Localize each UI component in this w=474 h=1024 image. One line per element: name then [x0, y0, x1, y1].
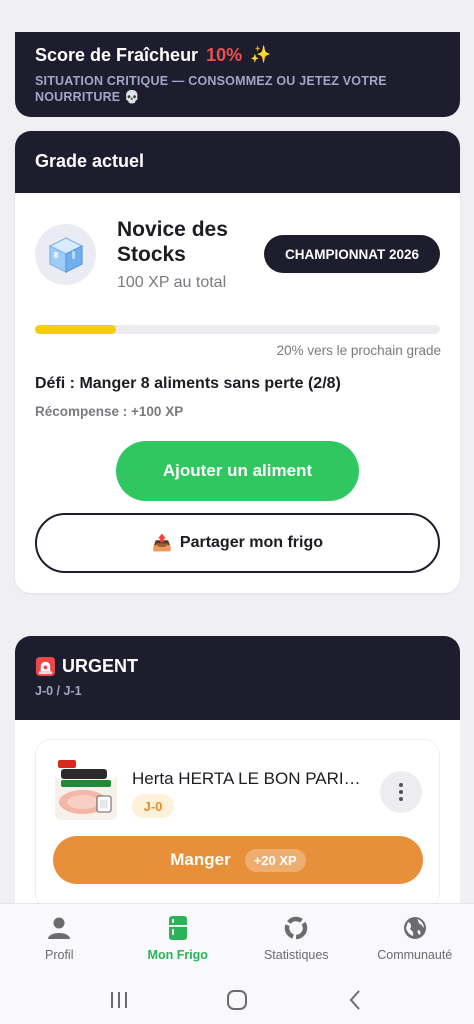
share-fridge-button[interactable]: 📤 Partager mon frigo [35, 513, 440, 573]
siren-icon [35, 656, 56, 677]
eat-label: Manger [170, 850, 231, 869]
grade-progress-bar [35, 325, 440, 334]
recent-apps-icon [111, 992, 127, 1008]
share-fridge-label: Partager mon frigo [179, 534, 324, 551]
bottom-navigation: Profil Mon Frigo Statistiques Communauté [0, 903, 474, 976]
grade-header: Grade actuel [15, 131, 460, 193]
championship-badge[interactable]: CHAMPIONNAT 2026 [264, 235, 440, 273]
more-options-button[interactable] [380, 771, 422, 813]
vertical-dots-icon [399, 783, 403, 801]
food-item-card[interactable]: Herta HERTA LE BON PARIS à l'Étouffée J-… [35, 739, 440, 909]
nav-item-statistiques[interactable]: Statistiques [237, 904, 356, 976]
system-navigation-bar [0, 976, 474, 1024]
nav-item-communaute[interactable]: Communauté [356, 904, 474, 976]
home-button[interactable] [222, 985, 252, 1015]
grade-card: Grade actuel Novice des Stocks 100 XP au… [15, 131, 460, 593]
eat-button[interactable]: Manger +20 XP [53, 836, 423, 884]
challenge-text: Défi : Manger 8 aliments sans perte (2/8… [35, 375, 341, 392]
score-title: Score de Fraîcheur [35, 44, 199, 65]
freshness-score-card: Score de Fraîcheur 10% ✨ SITUATION CRITI… [15, 32, 460, 117]
score-status: SITUATION CRITIQUE — CONSOMMEZ OU JETEZ … [35, 74, 387, 104]
expiry-badge: J-0 [132, 794, 174, 818]
nav-label-profil: Profil [45, 948, 74, 962]
nav-item-mon-frigo[interactable]: Mon Frigo [119, 904, 238, 976]
ham-package-image [53, 756, 119, 822]
nav-label-communaute: Communauté [377, 948, 453, 962]
product-name-text: Herta HERTA LE BON PARIS à l'Étouffée [132, 769, 368, 788]
rank-name: Novice des Stocks [117, 218, 228, 266]
share-tray-icon: 📤 [151, 535, 172, 552]
globe-icon [403, 917, 426, 939]
grade-progress-fill [35, 325, 116, 334]
ice-cube-icon [35, 224, 96, 285]
urgent-subtitle: J-0 / J-1 [35, 684, 82, 698]
urgent-header: URGENT J-0 / J-1 [15, 636, 460, 720]
home-icon [227, 990, 247, 1010]
product-name: Herta HERTA LE BON PARIS à l'Étouffée [132, 769, 372, 789]
donut-chart-icon [285, 916, 308, 940]
nav-item-profil[interactable]: Profil [0, 904, 119, 976]
urgent-title: URGENT [62, 656, 138, 676]
xp-reward-pill: +20 XP [244, 848, 306, 872]
nav-label-mon-frigo: Mon Frigo [147, 948, 208, 962]
rank-xp-total: 100 XP au total [117, 274, 227, 291]
urgent-card: URGENT J-0 / J-1 Herta HERTA LE BON PARI… [15, 636, 460, 926]
back-chevron-icon [349, 990, 360, 1010]
nav-label-statistiques: Statistiques [263, 948, 329, 962]
recent-apps-button[interactable] [104, 985, 134, 1015]
sparkle-icon: ✨ [250, 45, 272, 64]
score-value: 10% [206, 44, 243, 65]
fridge-icon [168, 916, 187, 940]
score-row: Score de Fraîcheur 10% ✨ [35, 40, 440, 70]
person-icon [48, 917, 71, 939]
grade-progress-label: 20% vers le prochain grade [276, 343, 441, 358]
challenge-reward: Récompense : +100 XP [35, 404, 184, 419]
add-food-button[interactable]: Ajouter un aliment [116, 441, 359, 501]
back-button[interactable] [340, 985, 370, 1015]
